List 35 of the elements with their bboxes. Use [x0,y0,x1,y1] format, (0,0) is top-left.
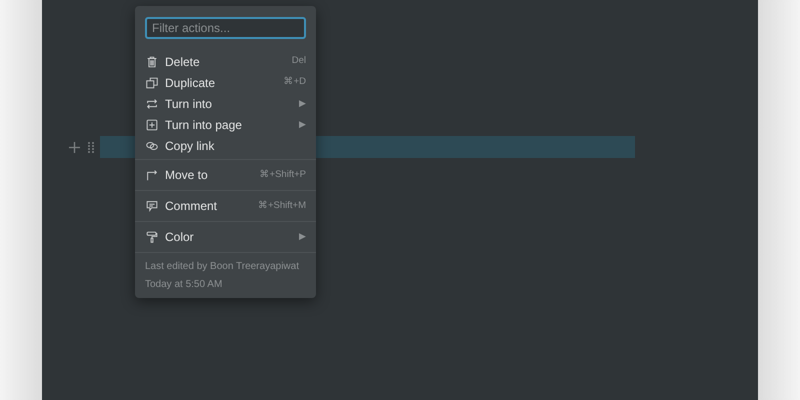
submenu-arrow: ▶ [299,230,306,244]
plus-icon[interactable] [69,142,80,152]
menu-item[interactable]: Color ▶ [135,225,316,249]
turn-arrow-icon [145,168,159,182]
menu-item-label: Copy link [165,138,216,154]
comment-icon [145,199,159,213]
drag-handle-icon[interactable] [88,142,94,152]
trash-icon [145,54,159,68]
footer-text: Today at 5:50 AM [145,278,224,292]
menu-item-label: Move to [165,167,209,184]
swap-arrows-icon [145,96,159,110]
menu-item-label: Turn into page [165,116,243,134]
menu-item-label: Turn into [165,96,213,112]
shortcut-label: ⌘+Shift+P [260,168,306,182]
menu-item[interactable]: Comment ⌘+Shift+M [135,194,316,218]
copy-icon [145,76,159,90]
menu-item[interactable]: Duplicate ⌘+D [135,72,316,93]
menu-item[interactable]: Copy link [135,135,316,156]
menu-item[interactable]: Delete Del [135,51,316,72]
menu-item-label: Duplicate [165,74,216,92]
menu-item-label: Color [165,229,195,246]
paint-roller-icon [145,230,159,244]
menu-item[interactable]: Turn into page ▶ [135,114,316,135]
plus-square-icon [145,118,159,132]
filter-field[interactable]: Filter actions... [145,17,306,39]
submenu-arrow: ▶ [299,118,306,131]
shortcut-label: ⌘+D [284,75,306,90]
menu-item-label: Delete [165,54,201,70]
menu-item[interactable]: Move to ⌘+Shift+P [135,163,316,187]
menu-item[interactable]: Turn into ▶ [135,93,316,114]
submenu-arrow: ▶ [299,96,306,110]
footer-text: Last edited by Boon Treerayapiwat [145,260,300,274]
shortcut-label: ⌘+Shift+M [258,198,306,213]
menu-item-label: Comment [165,198,218,215]
shortcut-label: Del [292,54,306,68]
